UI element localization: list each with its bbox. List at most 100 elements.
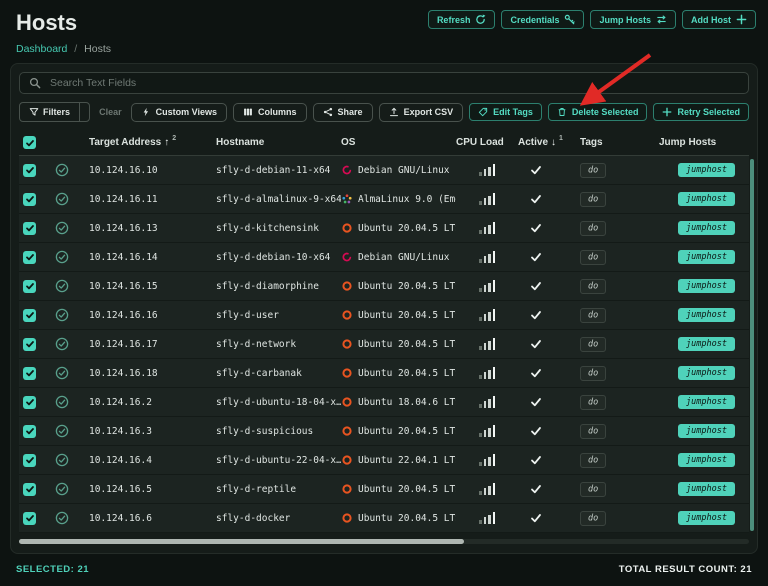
table-row[interactable]: 10.124.16.17 sfly-d-network Ubuntu 20.04… — [19, 330, 749, 359]
jump-hosts-cell: jumphost — [659, 453, 749, 467]
credentials-button[interactable]: Credentials — [501, 10, 584, 29]
jump-hosts-button[interactable]: Jump Hosts — [590, 10, 676, 29]
column-header-target-address[interactable]: Target Address ↑ 2 — [89, 137, 216, 148]
custom-views-button[interactable]: Custom Views — [131, 103, 227, 122]
tag-badge[interactable]: do — [580, 279, 606, 294]
table-row[interactable]: 10.124.16.3 sfly-d-suspicious Ubuntu 20.… — [19, 417, 749, 446]
retry-selected-button[interactable]: Retry Selected — [653, 103, 749, 121]
share-button[interactable]: Share — [313, 103, 373, 122]
table-row[interactable]: 10.124.16.10 sfly-d-debian-11-x64 Debian… — [19, 156, 749, 185]
columns-button[interactable]: Columns — [233, 103, 307, 122]
presets-button[interactable]: Presets — [79, 103, 90, 121]
jump-host-badge[interactable]: jumphost — [678, 221, 735, 235]
row-checkbox[interactable] — [23, 338, 36, 351]
os-name: Debian GNU/Linux 11 — [358, 165, 456, 176]
target-address-cell: 10.124.16.6 — [89, 513, 216, 524]
status-ok-icon — [55, 511, 69, 525]
active-cell — [518, 309, 580, 321]
row-checkbox[interactable] — [23, 367, 36, 380]
cpu-load-cell — [456, 193, 518, 205]
jump-hosts-cell: jumphost — [659, 482, 749, 496]
export-csv-button[interactable]: Export CSV — [379, 103, 464, 122]
tag-badge[interactable]: do — [580, 192, 606, 207]
table-row[interactable]: 10.124.16.5 sfly-d-reptile Ubuntu 20.04.… — [19, 475, 749, 504]
delete-selected-button[interactable]: Delete Selected — [548, 103, 648, 121]
filters-button[interactable]: Filters — [20, 103, 79, 121]
active-check-icon — [530, 454, 542, 466]
export-csv-button-label: Export CSV — [404, 107, 454, 117]
tag-badge[interactable]: do — [580, 250, 606, 265]
cpu-bars-icon — [479, 367, 495, 379]
horizontal-scrollbar-thumb[interactable] — [19, 539, 464, 544]
table-row[interactable]: 10.124.16.15 sfly-d-diamorphine Ubuntu 2… — [19, 272, 749, 301]
jump-host-badge[interactable]: jumphost — [678, 337, 735, 351]
jump-host-badge[interactable]: jumphost — [678, 366, 735, 380]
checkbox-check-icon — [25, 310, 35, 320]
active-check-icon — [530, 280, 542, 292]
tag-badge[interactable]: do — [580, 482, 606, 497]
jump-host-badge[interactable]: jumphost — [678, 192, 735, 206]
search-input[interactable] — [48, 76, 739, 90]
breadcrumb-dashboard-link[interactable]: Dashboard — [16, 43, 67, 55]
horizontal-scrollbar-track[interactable] — [19, 539, 749, 544]
row-checkbox[interactable] — [23, 483, 36, 496]
edit-tags-button[interactable]: Edit Tags — [469, 103, 542, 121]
table-row[interactable]: 10.124.16.14 sfly-d-debian-10-x64 Debian… — [19, 243, 749, 272]
tag-badge[interactable]: do — [580, 366, 606, 381]
table-row[interactable]: 10.124.16.11 sfly-d-almalinux-9-x64 Alma… — [19, 185, 749, 214]
column-header-hostname[interactable]: Hostname — [216, 137, 341, 148]
table-row[interactable]: 10.124.16.16 sfly-d-user Ubuntu 20.04.5 … — [19, 301, 749, 330]
jump-host-badge[interactable]: jumphost — [678, 482, 735, 496]
jump-host-badge[interactable]: jumphost — [678, 250, 735, 264]
column-header-tags[interactable]: Tags — [580, 137, 659, 148]
jump-host-badge[interactable]: jumphost — [678, 424, 735, 438]
tags-cell: do — [580, 368, 659, 379]
row-checkbox[interactable] — [23, 309, 36, 322]
cpu-load-cell — [456, 483, 518, 495]
jump-host-badge[interactable]: jumphost — [678, 308, 735, 322]
column-header-os[interactable]: OS — [341, 137, 456, 148]
column-header-cpu-load[interactable]: CPU Load — [456, 137, 518, 148]
table-row[interactable]: 10.124.16.18 sfly-d-carbanak Ubuntu 20.0… — [19, 359, 749, 388]
jump-host-badge[interactable]: jumphost — [678, 395, 735, 409]
column-header-jump-hosts[interactable]: Jump Hosts — [659, 137, 749, 148]
jump-host-badge[interactable]: jumphost — [678, 163, 735, 177]
os-icon — [341, 338, 353, 350]
jump-host-badge[interactable]: jumphost — [678, 279, 735, 293]
tag-badge[interactable]: do — [580, 424, 606, 439]
os-icon — [341, 396, 353, 408]
tag-badge[interactable]: do — [580, 453, 606, 468]
add-host-button[interactable]: Add Host — [682, 10, 756, 29]
hosts-card: Filters Presets Clear Custom Views Colum… — [10, 63, 758, 554]
row-checkbox[interactable] — [23, 425, 36, 438]
tag-badge[interactable]: do — [580, 308, 606, 323]
row-checkbox[interactable] — [23, 222, 36, 235]
table-row[interactable]: 10.124.16.6 sfly-d-docker Ubuntu 20.04.5… — [19, 504, 749, 533]
jump-host-badge[interactable]: jumphost — [678, 453, 735, 467]
tag-badge[interactable]: do — [580, 337, 606, 352]
vertical-scrollbar[interactable] — [750, 159, 754, 531]
row-checkbox[interactable] — [23, 396, 36, 409]
select-all-checkbox[interactable] — [23, 136, 36, 149]
os-cell: Ubuntu 20.04.5 LTS — [341, 367, 456, 379]
table-row[interactable]: 10.124.16.4 sfly-d-ubuntu-22-04-x… Ubunt… — [19, 446, 749, 475]
jump-host-badge[interactable]: jumphost — [678, 511, 735, 525]
row-checkbox[interactable] — [23, 512, 36, 525]
row-checkbox[interactable] — [23, 193, 36, 206]
tag-badge[interactable]: do — [580, 163, 606, 178]
refresh-button[interactable]: Refresh — [428, 10, 496, 29]
clear-button[interactable]: Clear — [96, 105, 125, 119]
table-row[interactable]: 10.124.16.13 sfly-d-kitchensink Ubuntu 2… — [19, 214, 749, 243]
os-cell: Ubuntu 20.04.5 LTS — [341, 222, 456, 234]
column-header-active[interactable]: Active ↓ 1 — [518, 137, 580, 148]
row-checkbox[interactable] — [23, 251, 36, 264]
tag-badge[interactable]: do — [580, 511, 606, 526]
active-check-icon — [530, 483, 542, 495]
table-row[interactable]: 10.124.16.2 sfly-d-ubuntu-18-04-x… Ubunt… — [19, 388, 749, 417]
jump-hosts-cell: jumphost — [659, 337, 749, 351]
row-checkbox[interactable] — [23, 280, 36, 293]
row-checkbox[interactable] — [23, 454, 36, 467]
row-checkbox[interactable] — [23, 164, 36, 177]
tag-badge[interactable]: do — [580, 221, 606, 236]
tag-badge[interactable]: do — [580, 395, 606, 410]
